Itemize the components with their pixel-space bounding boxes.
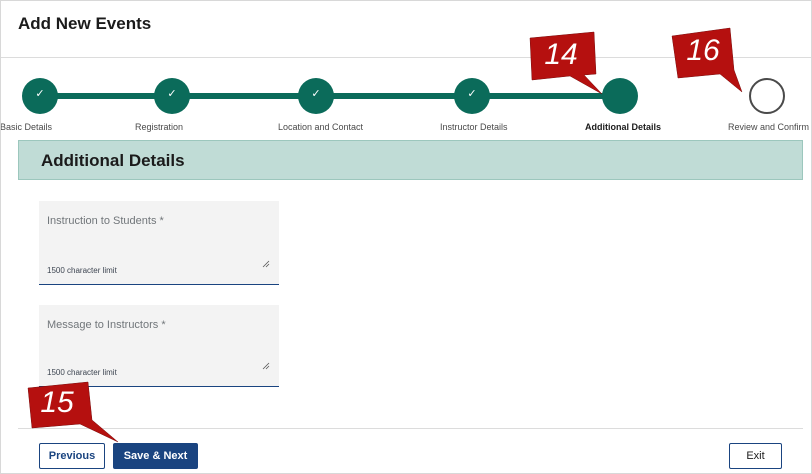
section-title: Additional Details — [41, 151, 185, 170]
step-label: Instructor Details — [440, 122, 508, 132]
field-label-text: Instruction to Students — [47, 215, 157, 227]
previous-button[interactable]: Previous — [39, 443, 105, 469]
character-limit-hint: 1500 character limit — [47, 368, 117, 377]
step-basic-details[interactable]: ✓ Basic Details — [0, 58, 120, 140]
resize-handle-icon[interactable] — [262, 362, 270, 370]
step-label: Review and Confirm — [728, 122, 810, 132]
field-label-text: Message to Instructors — [47, 319, 159, 331]
field-label: Instruction to Students * — [47, 215, 164, 227]
message-to-instructors-field[interactable]: Message to Instructors * 1500 character … — [39, 305, 279, 387]
check-icon: ✓ — [167, 88, 177, 100]
step-complete-indicator: ✓ — [298, 78, 334, 114]
check-icon: ✓ — [311, 88, 321, 100]
resize-handle-icon[interactable] — [262, 260, 270, 268]
step-complete-indicator: ✓ — [454, 78, 490, 114]
section-header: Additional Details — [18, 140, 803, 180]
step-label: Basic Details — [0, 122, 53, 132]
step-complete-indicator: ✓ — [154, 78, 190, 114]
callout-number: 15 — [40, 386, 74, 419]
save-and-next-button[interactable]: Save & Next — [113, 443, 198, 469]
instruction-to-students-field[interactable]: Instruction to Students * 1500 character… — [39, 201, 279, 285]
check-icon: ✓ — [467, 88, 477, 100]
step-registration[interactable]: ✓ Registration — [135, 58, 260, 140]
step-location-and-contact[interactable]: ✓ Location and Contact — [270, 58, 390, 140]
character-limit-hint: 1500 character limit — [47, 266, 117, 275]
required-marker: * — [159, 215, 164, 227]
required-marker: * — [161, 319, 166, 331]
step-label: Location and Contact — [278, 122, 364, 132]
step-complete-indicator: ✓ — [22, 78, 58, 114]
field-label: Message to Instructors * — [47, 319, 166, 331]
callout-number: 14 — [544, 38, 578, 71]
footer-divider — [18, 428, 803, 429]
page-title: Add New Events — [18, 14, 152, 33]
exit-button[interactable]: Exit — [729, 443, 782, 469]
step-label: Registration — [135, 122, 184, 132]
page-frame: Add New Events ✓ Basic Details ✓ Registr… — [0, 0, 812, 474]
callout-number: 16 — [686, 34, 720, 67]
step-label: Additional Details — [585, 122, 662, 132]
check-icon: ✓ — [35, 88, 45, 100]
